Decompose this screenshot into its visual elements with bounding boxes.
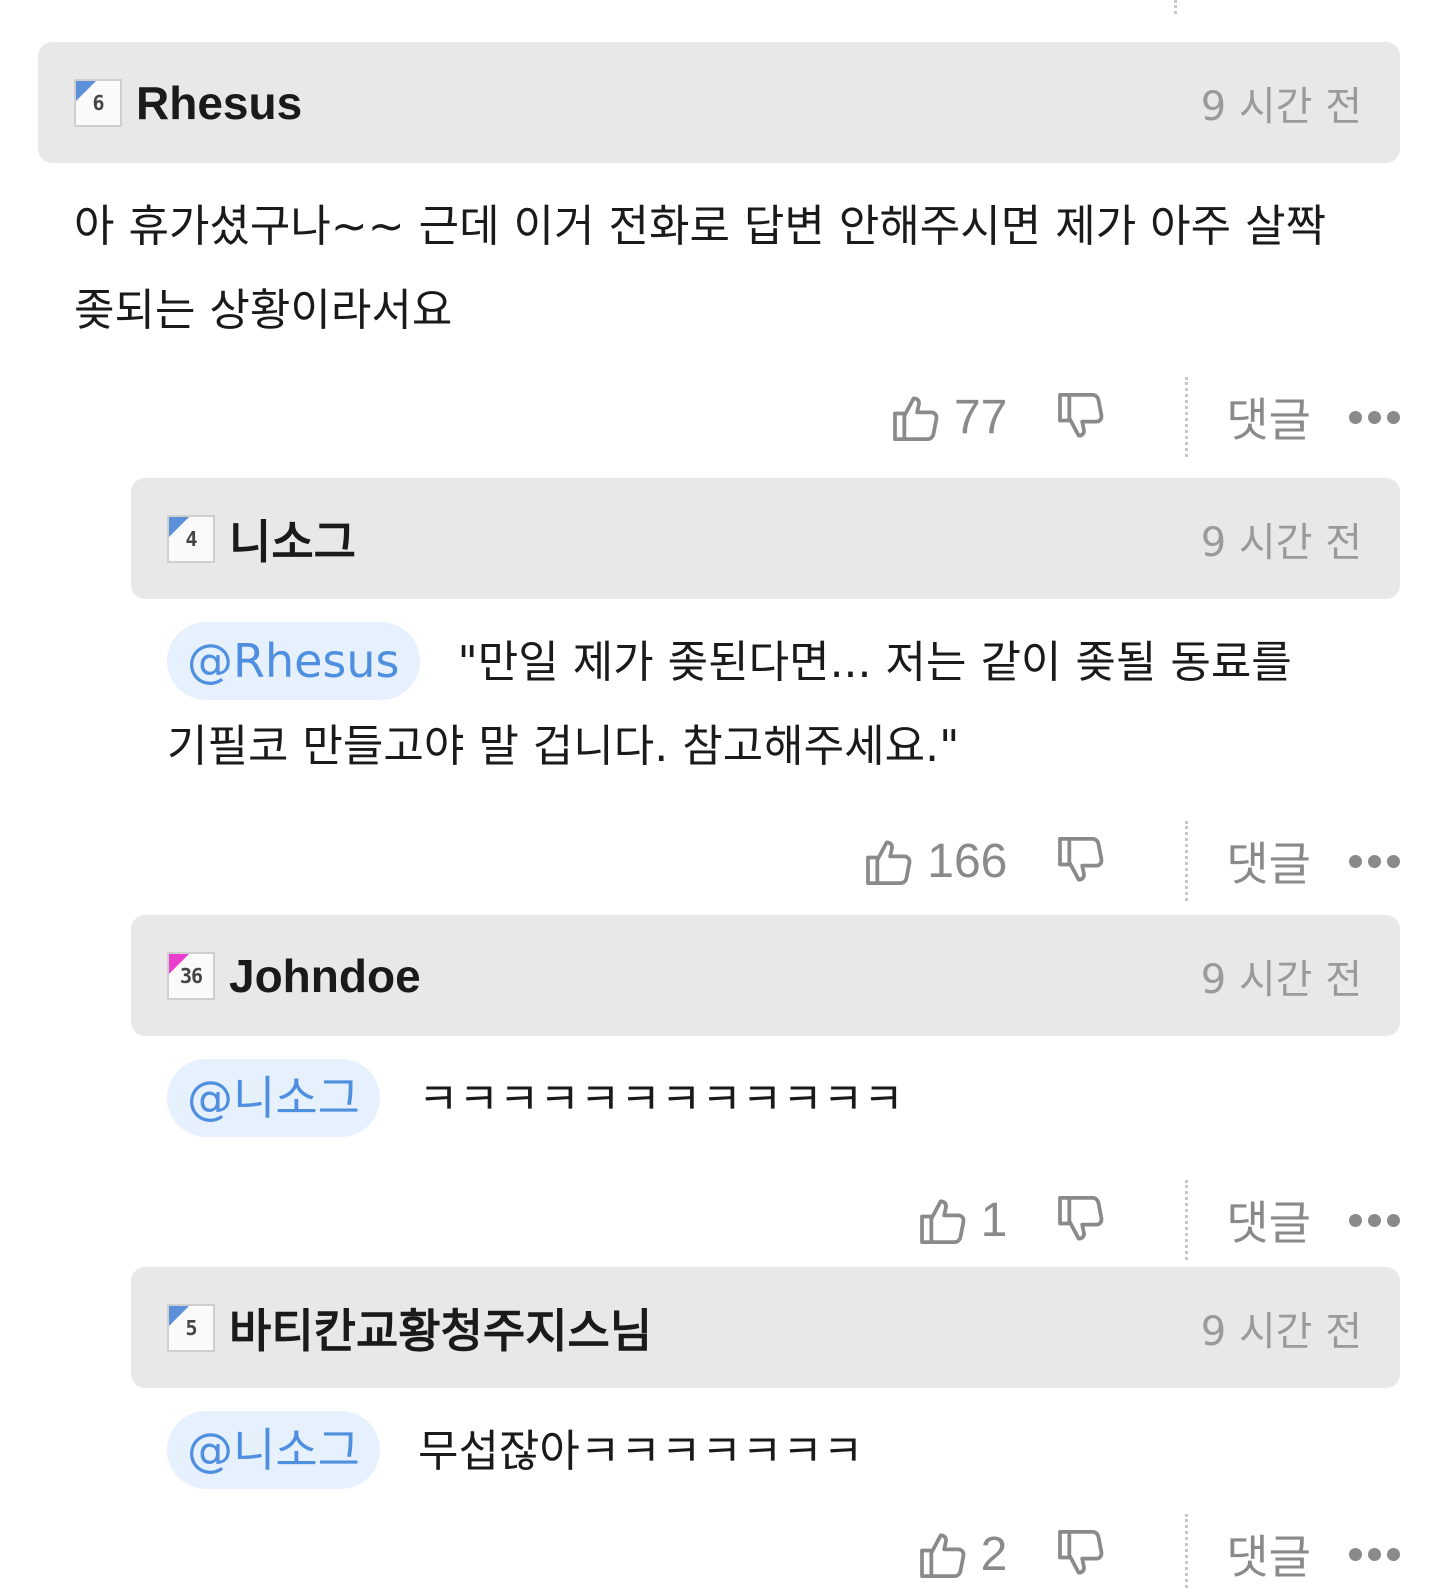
dislike-button[interactable] [1053,1192,1109,1248]
like-button[interactable]: 77 [888,389,1007,445]
comment-reply: 36 Johndoe 9 시간 전 @니소그 ㅋㅋㅋㅋㅋㅋㅋㅋㅋㅋㅋㅋ 1 댓글 [131,915,1400,1260]
mention-tag[interactable]: @Rhesus [167,622,420,700]
more-dots-icon[interactable] [1349,854,1400,868]
action-divider [1185,1180,1189,1260]
dislike-button[interactable] [1053,389,1109,445]
more-dots-icon[interactable] [1349,410,1400,424]
comment-actions: 77 댓글 [38,377,1400,457]
like-button[interactable]: 1 [915,1192,1008,1248]
comment-body: 무섭잖아ㅋㅋㅋㅋㅋㅋㅋ [417,1426,864,1477]
comment-text: 아 휴가셨구나~~ 근데 이거 전화로 답변 안해주시면 제가 아주 살짝 좆되… [38,163,1400,353]
like-count: 2 [980,1527,1008,1581]
username[interactable]: 니소그 [229,506,356,572]
comment-text: @니소그 무섭잖아ㅋㅋㅋㅋㅋㅋㅋ [131,1388,1400,1494]
comment-header: 6 Rhesus 9 시간 전 [38,42,1400,163]
level-badge-icon: 5 [167,1303,215,1352]
mention-tag[interactable]: @니소그 [167,1411,380,1489]
comment-header: 5 바티칸교황청주지스님 9 시간 전 [131,1267,1400,1388]
username[interactable]: Rhesus [136,76,302,130]
thumbs-up-icon [866,840,912,886]
comment-body: 아 휴가셨구나~~ 근데 이거 전화로 답변 안해주시면 제가 아주 살짝 좆되… [74,201,1327,336]
comment-actions: 2 댓글 [131,1514,1400,1591]
username[interactable]: 바티칸교황청주지스님 [229,1295,652,1361]
comment-header: 36 Johndoe 9 시간 전 [131,915,1400,1036]
comment-reply: 4 니소그 9 시간 전 @Rhesus "만일 제가 좆된다면... 저는 같이… [131,478,1400,901]
level-number: 36 [179,963,203,988]
like-button[interactable]: 2 [915,1526,1008,1582]
dislike-button[interactable] [1053,1526,1109,1582]
comment-text: @Rhesus "만일 제가 좆된다면... 저는 같이 좆될 동료를 기필코 만… [131,599,1400,789]
dislike-button[interactable] [1053,833,1109,889]
level-badge-icon: 4 [167,514,215,563]
timestamp: 9 시간 전 [1200,956,1362,1003]
thumbs-down-icon [1058,1529,1104,1575]
mention-tag[interactable]: @니소그 [167,1059,380,1137]
reply-button[interactable]: 댓글 [1226,384,1311,450]
reply-button[interactable]: 댓글 [1226,1521,1311,1587]
like-count: 77 [953,390,1008,444]
level-number: 5 [185,1315,197,1340]
like-count: 166 [927,834,1008,888]
more-dots-icon[interactable] [1349,1547,1400,1561]
timestamp: 9 시간 전 [1200,1308,1362,1355]
more-dots-icon[interactable] [1349,1213,1400,1227]
like-button[interactable]: 166 [861,833,1007,889]
comment-actions: 1 댓글 [131,1180,1400,1260]
reply-button[interactable]: 댓글 [1226,828,1311,894]
thumbs-up-icon [919,1199,966,1245]
level-number: 6 [92,90,104,115]
comment-header: 4 니소그 9 시간 전 [131,478,1400,599]
comment: 6 Rhesus 9 시간 전 아 휴가셨구나~~ 근데 이거 전화로 답변 안… [38,42,1400,457]
thumbs-down-icon [1058,392,1104,438]
comment-body: ㅋㅋㅋㅋㅋㅋㅋㅋㅋㅋㅋㅋ [417,1074,904,1125]
username[interactable]: Johndoe [229,949,421,1003]
level-badge-icon: 6 [74,78,122,127]
action-divider [1185,821,1189,901]
thumbs-down-icon [1058,836,1104,882]
action-divider [1185,1514,1189,1591]
level-number: 4 [185,526,197,551]
level-badge-icon: 36 [167,951,215,1000]
like-count: 1 [980,1193,1008,1247]
timestamp: 9 시간 전 [1200,83,1362,130]
thumbs-down-icon [1058,1195,1104,1241]
comment-text: @니소그 ㅋㅋㅋㅋㅋㅋㅋㅋㅋㅋㅋㅋ [131,1036,1400,1142]
timestamp: 9 시간 전 [1200,519,1362,566]
comment-reply: 5 바티칸교황청주지스님 9 시간 전 @니소그 무섭잖아ㅋㅋㅋㅋㅋㅋㅋ 2 댓글 [131,1267,1400,1591]
reply-button[interactable]: 댓글 [1226,1187,1311,1253]
thumbs-up-icon [893,396,939,442]
comment-actions: 166 댓글 [131,821,1400,901]
thumbs-up-icon [919,1533,966,1579]
action-divider [1185,377,1189,457]
top-divider [1174,0,1177,14]
